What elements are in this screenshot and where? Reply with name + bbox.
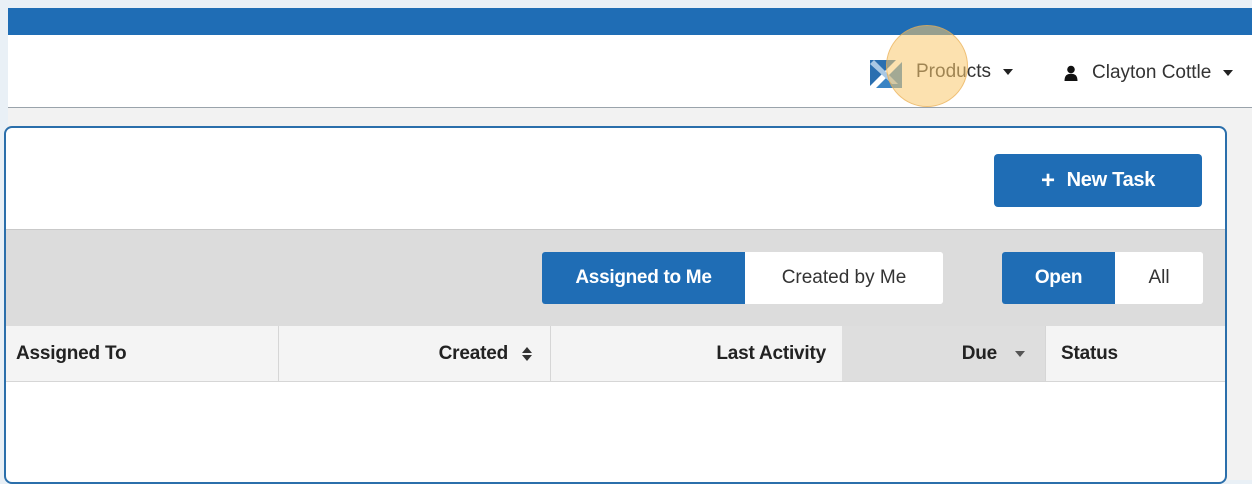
col-due[interactable]: Due	[842, 326, 1045, 381]
col-assigned-to[interactable]: Assigned To	[6, 326, 278, 381]
table-header: Assigned To Created Last Activity Due St…	[6, 326, 1225, 382]
plus-icon: +	[1040, 166, 1055, 194]
user-icon	[1064, 65, 1078, 81]
created-by-me-button[interactable]: Created by Me	[745, 252, 943, 304]
col-assigned-to-label: Assigned To	[16, 342, 127, 364]
col-created[interactable]: Created	[279, 326, 550, 381]
col-last-activity-label: Last Activity	[716, 342, 826, 364]
all-button[interactable]: All	[1115, 252, 1203, 304]
filter-bar: Assigned to Me Created by Me Open All	[6, 229, 1225, 327]
tasks-panel: + New Task Assigned to Me Created by Me …	[4, 126, 1227, 484]
brand-bar	[8, 8, 1252, 35]
products-label: Products	[916, 61, 991, 82]
open-button[interactable]: Open	[1002, 252, 1115, 304]
products-logo-icon	[870, 56, 902, 88]
user-name: Clayton Cottle	[1092, 62, 1212, 83]
sort-icon	[522, 346, 532, 361]
products-menu[interactable]: Products	[870, 52, 1013, 92]
col-status-label: Status	[1061, 342, 1118, 364]
col-status[interactable]: Status	[1046, 326, 1225, 381]
new-task-label: New Task	[1066, 169, 1156, 191]
top-strip	[0, 0, 1252, 8]
col-last-activity[interactable]: Last Activity	[551, 326, 842, 381]
chevron-down-icon	[1223, 70, 1234, 76]
user-menu[interactable]: Clayton Cottle	[1064, 55, 1234, 91]
col-due-label: Due	[961, 342, 997, 364]
sort-desc-icon	[1015, 350, 1025, 357]
chevron-down-icon	[1002, 69, 1013, 75]
state-toggle: Open All	[1002, 252, 1203, 304]
new-task-button[interactable]: + New Task	[994, 154, 1202, 207]
ownership-toggle: Assigned to Me Created by Me	[542, 252, 943, 304]
assigned-to-me-button[interactable]: Assigned to Me	[542, 252, 745, 304]
col-created-label: Created	[438, 342, 509, 364]
